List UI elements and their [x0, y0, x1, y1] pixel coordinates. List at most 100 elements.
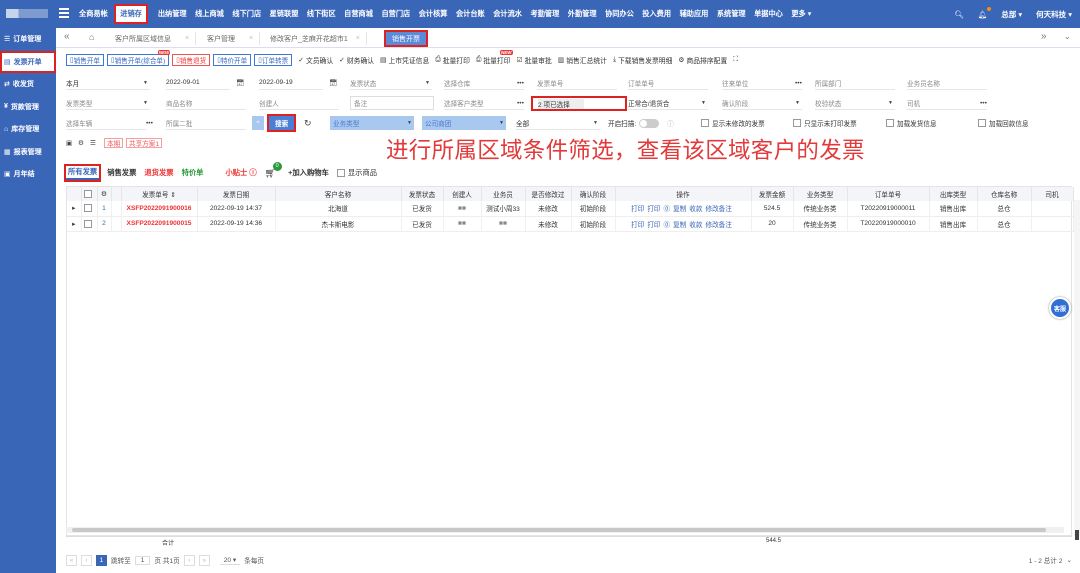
salesman-input[interactable]: 业务员名称 — [907, 76, 987, 90]
chevron-down-icon[interactable]: ⌄ — [1066, 556, 1072, 564]
top-menu-item[interactable]: 线下门店 — [232, 9, 261, 19]
customer-type-input[interactable]: 选择客户类型 — [444, 96, 524, 110]
top-menu-item[interactable]: 全商易帐 — [79, 9, 108, 19]
sale-invoice-button[interactable]: ▯ 销售开单 — [66, 54, 105, 66]
sidebar-item[interactable]: ⌂ 库存管理 — [0, 118, 56, 141]
bell-icon[interactable]: 🔔︎ — [978, 6, 992, 19]
batch-approve-link[interactable]: ☑ 批量审批 — [517, 55, 552, 65]
subtab-sale[interactable]: 销售发票 — [107, 168, 136, 178]
region-multiselect[interactable]: 2 项已选择 — [531, 96, 627, 111]
company-group-select[interactable]: 公司商团 — [422, 116, 506, 130]
check-status-select[interactable]: 校验状态 — [815, 96, 895, 110]
save-icon[interactable]: ▣ — [66, 136, 72, 150]
goods-input[interactable]: 商品名称 — [166, 96, 246, 110]
unprinted-checkbox[interactable]: 只显示未打印发票 — [793, 116, 857, 130]
biz-type-select[interactable]: 业务类型 — [330, 116, 414, 130]
sidebar-item[interactable]: ☰ 订单管理 — [0, 28, 56, 51]
show-goods-checkbox[interactable]: 显示商品 — [336, 168, 377, 178]
cell-bill[interactable]: XSFP2022091900016 — [121, 201, 198, 217]
chevron-down-icon[interactable]: ⌄ — [1064, 32, 1071, 41]
top-menu-item[interactable]: 会计核算 — [419, 9, 448, 19]
expand-row-icon[interactable]: ▸ — [67, 201, 82, 217]
top-menu-item[interactable]: 线下街区 — [307, 9, 336, 19]
more-icon[interactable]: ••• — [517, 96, 524, 110]
region-label-input[interactable]: 所属二批 — [166, 116, 246, 130]
scheme-tag[interactable]: 共享方案1 — [126, 138, 163, 148]
more-icon[interactable]: ••• — [980, 96, 987, 110]
clerk-confirm-link[interactable]: ✓ 文员确认 — [298, 55, 333, 65]
vehicle-input[interactable]: 选择车辆 — [66, 116, 146, 130]
page-input[interactable]: 1 — [134, 555, 151, 565]
top-menu-item[interactable]: 会计流水 — [493, 9, 522, 19]
tab-customer-mgmt[interactable]: 客户管理 × — [201, 32, 261, 45]
top-menu-item[interactable]: 辅助应用 — [680, 9, 709, 19]
prev-page-icon[interactable]: ‹ — [81, 554, 92, 566]
first-page-icon[interactable]: « — [66, 554, 77, 566]
warehouse-input[interactable]: 选择仓库 — [444, 76, 524, 90]
expand-icon[interactable]: ^ — [252, 116, 264, 130]
tab-sales-invoice[interactable]: 销售开票 — [384, 30, 428, 47]
order-to-invoice-button[interactable]: ▯ 订单转票 — [254, 54, 293, 66]
tabs-next-icon[interactable]: » — [1041, 31, 1047, 42]
row-action-link[interactable]: ⓪ — [664, 222, 671, 229]
home-icon[interactable]: ⌂ — [89, 32, 94, 42]
menu-toggle-icon[interactable] — [59, 8, 69, 18]
bill-no-input[interactable]: 发票单号 — [537, 76, 617, 90]
add-cart-button[interactable]: +加入购物车 — [288, 168, 329, 178]
sale-invoice-combined-button[interactable]: ▯ 销售开单(综合单) NEW — [107, 50, 171, 66]
top-menu-item[interactable]: 出纳管理 — [158, 9, 187, 19]
tip-link[interactable]: 小贴士 ⓘ — [225, 168, 256, 178]
dept-input[interactable]: 所属部门 — [815, 76, 895, 90]
calendar-icon[interactable]: 📅︎ — [329, 76, 337, 90]
subtab-all[interactable]: 所有发票 — [63, 164, 102, 182]
load-payment-checkbox[interactable]: 加载回款信息 — [978, 116, 1029, 130]
row-action-link[interactable]: 打印 — [631, 206, 644, 213]
confirm-stage-select[interactable]: 确认阶段 — [722, 96, 802, 110]
top-menu-item[interactable]: 协同办公 — [605, 9, 634, 19]
sale-return-button[interactable]: ▯ 销售退货 — [172, 54, 211, 66]
sidebar-item[interactable]: ▤ 发票开单 — [0, 50, 56, 73]
sidebar-item[interactable]: ¥ 货款管理 — [0, 96, 56, 119]
top-menu-item[interactable]: 更多 ▾ — [791, 9, 811, 19]
tabs-prev-icon[interactable]: « — [64, 31, 70, 42]
row-action-link[interactable]: 修改备注 — [705, 222, 731, 229]
user-menu[interactable]: 总部 ▾ — [1001, 9, 1022, 20]
more-icon[interactable]: ••• — [517, 76, 524, 90]
top-menu-item[interactable]: 自营门店 — [381, 9, 410, 19]
customer-service-button[interactable]: 客服 — [1049, 297, 1071, 319]
top-menu-item[interactable]: 投入费用 — [642, 9, 671, 19]
cart-icon[interactable]: 🛒︎ 0 — [265, 161, 282, 179]
load-shipping-checkbox[interactable]: 加载发货信息 — [886, 116, 937, 130]
horizontal-scrollbar[interactable] — [66, 527, 1064, 533]
expand-row-icon[interactable]: ▸ — [67, 216, 82, 232]
sales-summary-link[interactable]: ▥ 销售汇总统计 — [558, 55, 607, 65]
cell-bill[interactable]: XSFP2022091900015 — [121, 216, 198, 232]
row-action-link[interactable]: 收款 — [689, 222, 702, 229]
all-select[interactable]: 全部 — [516, 116, 600, 130]
customer-class-select[interactable]: 正常合/退货合 — [628, 96, 708, 110]
voucher-info-link[interactable]: ▤ 上市凭证信息 — [380, 55, 429, 65]
table-row[interactable]: ▸ 1 XSFP2022091900016 2022-09-19 14:37 北海道 已发… — [67, 201, 1074, 217]
sidebar-item[interactable]: ⇄ 收发货 — [0, 73, 56, 96]
row-action-link[interactable]: 打印 — [631, 222, 644, 229]
top-menu-item[interactable]: 系统管理 — [717, 9, 746, 19]
batch-print-new-link[interactable]: ⎙ 批量打印 NEW — [476, 50, 513, 65]
row-action-link[interactable]: ⓪ — [664, 206, 671, 213]
row-checkbox[interactable] — [81, 216, 98, 232]
special-price-button[interactable]: ▯ 特价开单 — [213, 54, 252, 66]
vertical-scrollbar[interactable] — [1074, 200, 1080, 540]
invoice-type-select[interactable]: 发票类型 — [66, 96, 150, 110]
row-action-link[interactable]: 修改备注 — [705, 206, 731, 213]
subtab-return[interactable]: 退货发票 — [144, 168, 173, 178]
subtab-special[interactable]: 特价单 — [182, 168, 204, 178]
column-header[interactable]: 发票单号 ⇕ — [121, 187, 198, 201]
page-1-button[interactable]: 1 — [96, 554, 107, 566]
tab-region-info[interactable]: 客户所属区域信息 × — [109, 32, 197, 45]
top-menu-item[interactable]: 自营商城 — [344, 9, 373, 19]
row-action-link[interactable]: 复制 — [673, 222, 686, 229]
partner-input[interactable]: 往来单位 — [722, 76, 802, 90]
batch-print-link[interactable]: ⎙ 批量打印 — [435, 55, 470, 65]
top-menu-item[interactable]: 进销存 — [114, 4, 148, 24]
tab-edit-customer[interactable]: 修改客户_芝麻开花超市1 × — [264, 32, 367, 45]
refresh-icon[interactable]: ↻ — [304, 116, 312, 130]
